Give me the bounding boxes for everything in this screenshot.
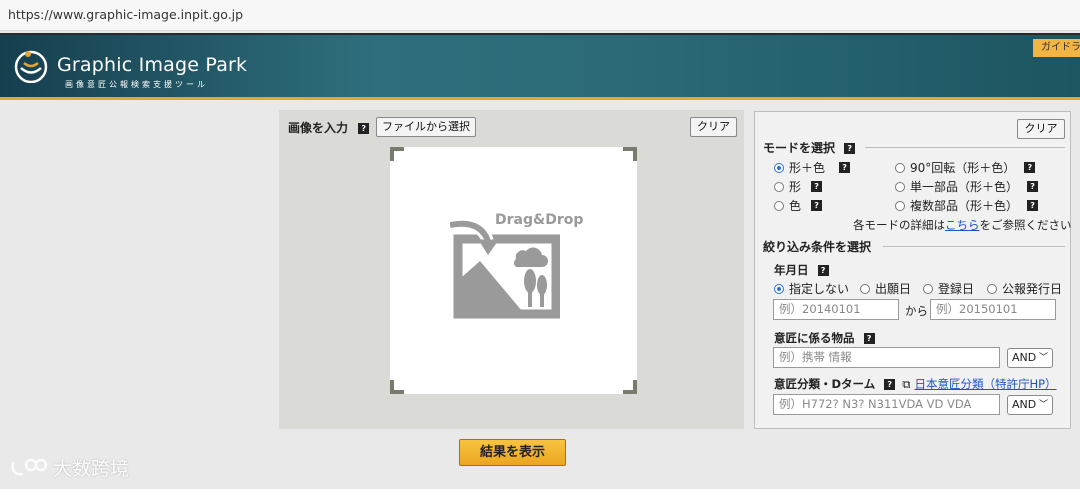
help-icon[interactable]: ? bbox=[1024, 162, 1036, 173]
date-publication[interactable]: 公報発行日 bbox=[987, 280, 1062, 297]
mode-detail-note: 各モードの詳細はこちらをご参照ください bbox=[853, 218, 1072, 232]
mode-multi-part[interactable]: 複数部品（形＋色）? bbox=[895, 197, 1039, 214]
help-icon[interactable]: ? bbox=[1027, 200, 1039, 211]
address-bar[interactable]: https://www.graphic-image.inpit.go.jp bbox=[0, 0, 1080, 31]
class-link[interactable]: 日本意匠分類（特許庁HP） bbox=[914, 377, 1056, 391]
mode-color[interactable]: 色? bbox=[774, 197, 823, 214]
help-icon[interactable]: ? bbox=[811, 200, 823, 211]
search-options-panel: クリア モードを選択 ? 形＋色? 90°回転（形＋色）? 形? 単一部品（形＋… bbox=[754, 111, 1072, 429]
filter-section-title: 絞り込み条件を選択 bbox=[763, 240, 872, 254]
date-separator: から bbox=[905, 304, 928, 318]
help-icon[interactable]: ? bbox=[844, 143, 856, 154]
mode-section-title: モードを選択 ? bbox=[763, 139, 856, 156]
help-icon[interactable]: ? bbox=[839, 162, 851, 173]
article-input[interactable]: 例）携帯 情報 bbox=[773, 347, 1000, 368]
chevron-down-icon: ﹀ bbox=[1038, 400, 1048, 410]
class-input[interactable]: 例）H772? N3? N311VDA VD VDA bbox=[773, 394, 1000, 415]
help-icon[interactable]: ? bbox=[817, 265, 829, 276]
date-from-input[interactable]: 例）20140101 bbox=[773, 299, 899, 320]
article-operator-select[interactable]: AND ﹀ bbox=[1007, 348, 1053, 368]
class-operator-select[interactable]: AND ﹀ bbox=[1007, 395, 1053, 415]
clear-options-button[interactable]: クリア bbox=[1017, 119, 1065, 139]
mode-rotate-90[interactable]: 90°回転（形＋色）? bbox=[895, 159, 1036, 176]
header-accent-line bbox=[0, 97, 1080, 100]
help-icon[interactable]: ? bbox=[863, 333, 875, 344]
date-registration[interactable]: 登録日 bbox=[923, 280, 974, 297]
guide-tab[interactable]: ガイドラ bbox=[1033, 39, 1080, 57]
external-link-icon: ⧉ bbox=[902, 377, 911, 391]
site-subtitle: 画像意匠公報検索支援ツール bbox=[65, 80, 208, 89]
date-label: 年月日 ? bbox=[774, 262, 829, 278]
mode-single-part[interactable]: 単一部品（形＋色）? bbox=[895, 178, 1039, 195]
mode-shape-color[interactable]: 形＋色? bbox=[774, 159, 851, 176]
url-text: https://www.graphic-image.inpit.go.jp bbox=[8, 7, 244, 22]
logo-icon bbox=[14, 50, 48, 83]
mode-shape[interactable]: 形? bbox=[774, 178, 823, 195]
site-title[interactable]: Graphic Image Park bbox=[57, 54, 247, 76]
watermark: 大数跨境 bbox=[9, 454, 129, 481]
clear-image-button[interactable]: クリア bbox=[690, 117, 737, 137]
drag-drop-image-icon bbox=[450, 219, 560, 319]
date-application[interactable]: 出願日 bbox=[860, 280, 911, 297]
mode-detail-link[interactable]: こちら bbox=[945, 218, 980, 232]
image-drop-zone[interactable]: Drag&Drop bbox=[390, 147, 637, 394]
help-icon[interactable]: ? bbox=[811, 181, 823, 192]
class-label: 意匠分類・Dターム ? ⧉ 日本意匠分類（特許庁HP） bbox=[774, 377, 1057, 391]
site-header: Graphic Image Park 画像意匠公報検索支援ツール ガイドラ bbox=[0, 33, 1080, 99]
choose-file-button[interactable]: ファイルから選択 bbox=[376, 117, 476, 137]
watermark-logo-icon bbox=[11, 458, 48, 475]
image-input-panel: 画像を入力 ? ファイルから選択 クリア Drag&Drop bbox=[279, 110, 744, 429]
date-to-input[interactable]: 例）20150101 bbox=[930, 299, 1056, 320]
image-input-title: 画像を入力 ? bbox=[288, 119, 370, 136]
date-none[interactable]: 指定しない bbox=[774, 280, 849, 297]
help-icon[interactable]: ? bbox=[884, 379, 896, 390]
chevron-down-icon: ﹀ bbox=[1038, 353, 1048, 363]
article-label: 意匠に係る物品 ? bbox=[774, 330, 875, 346]
show-results-button[interactable]: 結果を表示 bbox=[459, 439, 566, 466]
help-icon[interactable]: ? bbox=[358, 123, 370, 134]
help-icon[interactable]: ? bbox=[1027, 181, 1039, 192]
